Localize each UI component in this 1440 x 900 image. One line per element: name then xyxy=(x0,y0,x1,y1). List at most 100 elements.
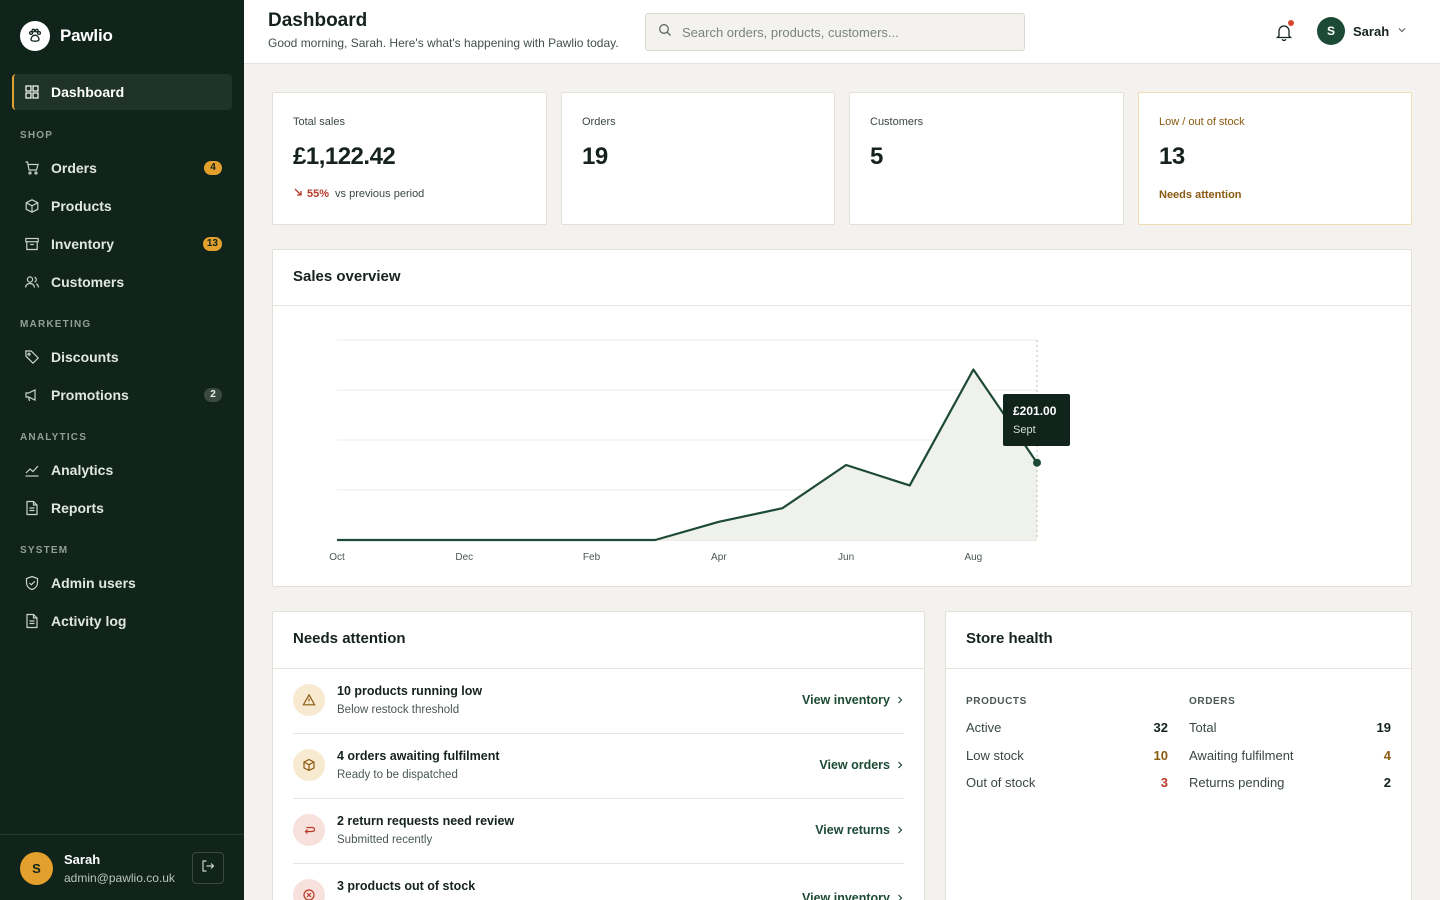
sidebar-item-discounts[interactable]: Discounts xyxy=(12,339,232,375)
arrow-down-right-icon xyxy=(293,187,303,200)
chevron-right-icon xyxy=(898,826,903,834)
sidebar-item-products[interactable]: Products xyxy=(12,188,232,224)
list-item: 2 return requests need review Submitted … xyxy=(293,799,904,864)
view-inventory-link[interactable]: View inventory xyxy=(802,891,904,900)
search-input[interactable] xyxy=(682,24,1002,40)
sidebar-footer: S Sarah admin@pawlio.co.uk xyxy=(0,834,244,900)
list-item: 10 products running low Below restock th… xyxy=(293,669,904,734)
user-menu[interactable]: S Sarah xyxy=(1317,17,1407,45)
health-value: 19 xyxy=(1376,720,1391,735)
avatar[interactable]: S xyxy=(20,852,53,885)
sidebar-item-analytics[interactable]: Analytics xyxy=(12,452,232,488)
brand[interactable]: Pawlio xyxy=(20,21,113,51)
panel-title: Store health xyxy=(966,630,1053,647)
item-subtitle: Ready to be dispatched xyxy=(337,769,458,781)
sidebar-item-label: Activity log xyxy=(51,613,127,629)
health-label: Awaiting fulfilment xyxy=(1189,748,1294,763)
sidebar-item-label: Customers xyxy=(51,274,125,290)
stat-change-row: 55% vs previous period xyxy=(293,187,424,200)
sidebar-item-inventory[interactable]: Inventory 13 xyxy=(12,226,232,262)
health-value: 4 xyxy=(1383,748,1391,763)
needs-attention-note: Needs attention xyxy=(1159,189,1242,201)
chevron-right-icon xyxy=(898,761,903,769)
document-icon xyxy=(24,613,40,629)
sidebar-item-reports[interactable]: Reports xyxy=(12,490,232,526)
search-icon xyxy=(658,23,672,42)
notification-dot xyxy=(1288,20,1294,26)
needs-attention-panel: Needs attention 10 products running low … xyxy=(272,611,925,900)
top-header: Dashboard Good morning, Sarah. Here's wh… xyxy=(244,0,1440,64)
products-heading: PRODUCTS xyxy=(966,696,1027,707)
orders-heading: ORDERS xyxy=(1189,696,1236,707)
inventory-count-badge: 13 xyxy=(202,237,222,251)
brand-name: Pawlio xyxy=(60,26,113,45)
item-subtitle: Submitted recently xyxy=(337,834,433,846)
megaphone-icon xyxy=(24,387,40,403)
box-icon xyxy=(293,749,325,781)
sidebar-item-dashboard[interactable]: Dashboard xyxy=(12,74,232,110)
tag-icon xyxy=(24,349,40,365)
stat-value: 5 xyxy=(870,143,883,170)
chevron-right-icon xyxy=(898,894,903,900)
shield-icon xyxy=(24,575,40,591)
box-icon xyxy=(24,198,40,214)
sidebar-item-admin-users[interactable]: Admin users xyxy=(12,565,232,601)
stat-label: Total sales xyxy=(293,116,345,128)
sidebar-item-promotions[interactable]: Promotions 2 xyxy=(12,377,232,413)
bell-icon xyxy=(1273,25,1295,47)
section-marketing: MARKETING xyxy=(20,319,92,330)
item-title: 2 return requests need review xyxy=(337,814,515,828)
paw-logo-icon xyxy=(20,21,50,51)
link-label: View inventory xyxy=(802,891,890,900)
promotions-count-badge: 2 xyxy=(204,388,222,402)
user-name: Sarah xyxy=(64,852,101,867)
sidebar-item-label: Admin users xyxy=(51,575,136,591)
panel-title: Needs attention xyxy=(293,630,406,647)
panel-divider xyxy=(946,668,1411,669)
sidebar-item-customers[interactable]: Customers xyxy=(12,264,232,300)
logout-button[interactable] xyxy=(192,852,224,884)
chart-tooltip: £201.00 Sept xyxy=(1003,394,1070,446)
stat-value: 13 xyxy=(1159,143,1185,170)
stat-card-low-stock: Low / out of stock 13 Needs attention xyxy=(1138,92,1412,225)
health-row: Awaiting fulfilment 4 xyxy=(1189,748,1391,768)
file-text-icon xyxy=(24,500,40,516)
stat-change: 55% xyxy=(307,187,330,200)
health-row: Out of stock 3 xyxy=(966,775,1168,795)
sidebar-item-activity-log[interactable]: Activity log xyxy=(12,603,232,639)
line-chart-icon xyxy=(24,462,40,478)
item-title: 10 products running low xyxy=(337,684,483,698)
link-label: View orders xyxy=(819,758,890,772)
section-system: SYSTEM xyxy=(20,545,69,556)
sidebar-item-label: Promotions xyxy=(51,387,129,403)
health-value: 32 xyxy=(1153,720,1168,735)
health-row: Low stock 10 xyxy=(966,748,1168,768)
panel-title: Sales overview xyxy=(293,268,401,285)
search-box[interactable] xyxy=(645,13,1025,51)
sidebar-item-label: Reports xyxy=(51,500,104,516)
cart-icon xyxy=(24,160,40,176)
sidebar-item-orders[interactable]: Orders 4 xyxy=(12,150,232,186)
notifications-button[interactable] xyxy=(1273,20,1295,43)
item-subtitle: Below restock threshold xyxy=(337,704,460,716)
chevron-down-icon xyxy=(1397,22,1407,40)
stat-label: Low / out of stock xyxy=(1159,116,1245,128)
sidebar: Pawlio Dashboard SHOP Orders 4 Products … xyxy=(0,0,244,900)
warning-icon xyxy=(293,684,325,716)
health-label: Active xyxy=(966,720,1002,735)
avatar: S xyxy=(1317,17,1345,45)
stat-value: 19 xyxy=(582,143,608,170)
sidebar-item-label: Discounts xyxy=(51,349,119,365)
user-name: Sarah xyxy=(1353,23,1390,39)
view-orders-link[interactable]: View orders xyxy=(819,758,904,772)
stat-card-orders: Orders 19 xyxy=(561,92,835,225)
section-shop: SHOP xyxy=(20,130,54,141)
health-label: Returns pending xyxy=(1189,775,1285,790)
view-inventory-link[interactable]: View inventory xyxy=(802,693,904,707)
health-row: Total 19 xyxy=(1189,720,1391,740)
x-circle-icon xyxy=(293,879,325,900)
view-returns-link[interactable]: View returns xyxy=(815,823,904,837)
health-label: Low stock xyxy=(966,748,1024,763)
health-row: Returns pending 2 xyxy=(1189,775,1391,795)
tooltip-label: Sept xyxy=(1013,424,1036,436)
